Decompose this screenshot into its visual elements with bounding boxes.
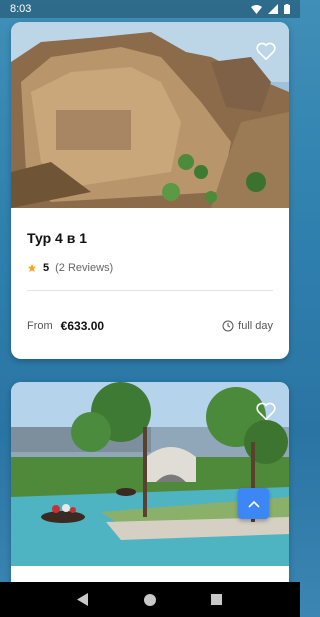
- recents-button[interactable]: [210, 593, 224, 607]
- tour-image: [11, 22, 289, 208]
- system-nav-bar: [0, 582, 300, 617]
- status-icons: [251, 4, 290, 14]
- battery-icon: [284, 4, 290, 14]
- divider: [27, 290, 273, 291]
- back-triangle-icon: [77, 593, 89, 606]
- status-bar: 8:03: [0, 0, 300, 18]
- star-icon: [27, 263, 37, 273]
- wifi-icon: [251, 5, 262, 14]
- tour-image: [11, 382, 289, 566]
- tour-card-body: Тур 4 в 1 5 (2 Reviews) From €633.00 ful…: [11, 230, 289, 333]
- home-button[interactable]: [143, 593, 157, 607]
- tour-duration: full day: [222, 320, 273, 332]
- clock-icon: [222, 320, 234, 332]
- favorite-heart-icon[interactable]: [255, 400, 277, 422]
- tour-card[interactable]: Тур 4 в 1 5 (2 Reviews) From €633.00 ful…: [11, 22, 289, 359]
- rock-carving-photo: [11, 22, 289, 208]
- recents-square-icon: [211, 594, 223, 605]
- chevron-up-icon: [247, 500, 260, 508]
- home-circle-icon: [143, 593, 156, 606]
- tour-rating: 5 (2 Reviews): [27, 262, 273, 274]
- rating-score: 5: [43, 262, 50, 274]
- signal-icon: [268, 4, 278, 14]
- back-button[interactable]: [76, 593, 90, 607]
- from-label: From: [27, 320, 53, 332]
- canal-park-photo: [11, 382, 289, 566]
- favorite-heart-icon[interactable]: [255, 40, 277, 62]
- duration-label: full day: [238, 320, 273, 332]
- review-count: (2 Reviews): [55, 262, 114, 274]
- scroll-to-top-button[interactable]: [238, 488, 269, 519]
- status-time: 8:03: [10, 3, 32, 15]
- tour-title: Тур 4 в 1: [27, 230, 88, 246]
- tour-footer: From €633.00 full day: [27, 319, 273, 333]
- tour-price: €633.00: [60, 319, 105, 333]
